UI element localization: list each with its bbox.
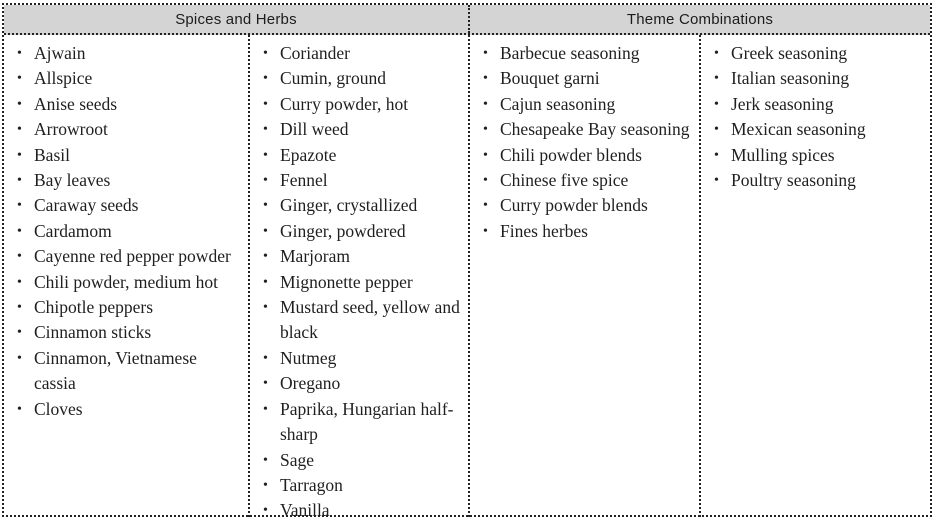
list-item: Mexican seasoning (709, 117, 922, 143)
list-item: Chinese five spice (478, 168, 691, 194)
list-item: Chili powder, medium hot (12, 270, 240, 296)
list-spices-2: CorianderCumin, groundCurry powder, hotD… (258, 41, 460, 517)
list-item: Cardamom (12, 219, 240, 245)
list-item: Greek seasoning (709, 41, 922, 67)
list-item: Cinnamon sticks (12, 320, 240, 346)
column-themes-1: Barbecue seasoningBouquet garniCajun sea… (470, 35, 701, 517)
column-spices-1: AjwainAllspiceAnise seedsArrowrootBasilB… (4, 35, 250, 517)
list-item: Curry powder blends (478, 193, 691, 219)
table-body-row: AjwainAllspiceAnise seedsArrowrootBasilB… (4, 35, 930, 517)
list-item: Allspice (12, 66, 240, 92)
list-item: Marjoram (258, 244, 460, 270)
list-item: Chili powder blends (478, 143, 691, 169)
list-item: Oregano (258, 371, 460, 397)
list-item: Italian seasoning (709, 66, 922, 92)
list-item: Mulling spices (709, 143, 922, 169)
column-spices-2: CorianderCumin, groundCurry powder, hotD… (250, 35, 470, 517)
list-item: Nutmeg (258, 346, 460, 372)
list-spices-1: AjwainAllspiceAnise seedsArrowrootBasilB… (12, 41, 240, 423)
list-item: Chipotle peppers (12, 295, 240, 321)
list-item: Caraway seeds (12, 193, 240, 219)
list-themes-1: Barbecue seasoningBouquet garniCajun sea… (478, 41, 691, 245)
list-item: Paprika, Hungarian half-sharp (258, 397, 460, 448)
list-item: Epazote (258, 143, 460, 169)
list-item: Fines herbes (478, 219, 691, 245)
list-item: Poultry seasoning (709, 168, 922, 194)
list-item: Cinnamon, Vietnamese cassia (12, 346, 240, 397)
list-item: Sage (258, 448, 460, 474)
table-header-theme-combinations: Theme Combinations (470, 5, 930, 33)
list-item: Vanilla (258, 498, 460, 517)
table-header-spices-and-herbs: Spices and Herbs (4, 5, 470, 33)
list-item: Ginger, crystallized (258, 193, 460, 219)
list-item: Coriander (258, 41, 460, 67)
table-header-row: Spices and Herbs Theme Combinations (4, 5, 930, 35)
list-item: Jerk seasoning (709, 92, 922, 118)
column-themes-2: Greek seasoningItalian seasoningJerk sea… (701, 35, 930, 517)
list-item: Ajwain (12, 41, 240, 67)
list-item: Bay leaves (12, 168, 240, 194)
spice-reference-table: Spices and Herbs Theme Combinations Ajwa… (2, 3, 932, 517)
list-item: Chesapeake Bay seasoning (478, 117, 691, 143)
list-item: Cayenne red pepper powder (12, 244, 240, 270)
list-item: Fennel (258, 168, 460, 194)
list-item: Mustard seed, yellow and black (258, 295, 460, 346)
list-item: Cajun seasoning (478, 92, 691, 118)
list-item: Curry powder, hot (258, 92, 460, 118)
list-item: Dill weed (258, 117, 460, 143)
list-item: Bouquet garni (478, 66, 691, 92)
list-item: Mignonette pepper (258, 270, 460, 296)
list-item: Arrowroot (12, 117, 240, 143)
list-item: Cumin, ground (258, 66, 460, 92)
list-themes-2: Greek seasoningItalian seasoningJerk sea… (709, 41, 922, 194)
list-item: Anise seeds (12, 92, 240, 118)
list-item: Cloves (12, 397, 240, 423)
list-item: Tarragon (258, 473, 460, 499)
list-item: Basil (12, 143, 240, 169)
list-item: Barbecue seasoning (478, 41, 691, 67)
list-item: Ginger, powdered (258, 219, 460, 245)
